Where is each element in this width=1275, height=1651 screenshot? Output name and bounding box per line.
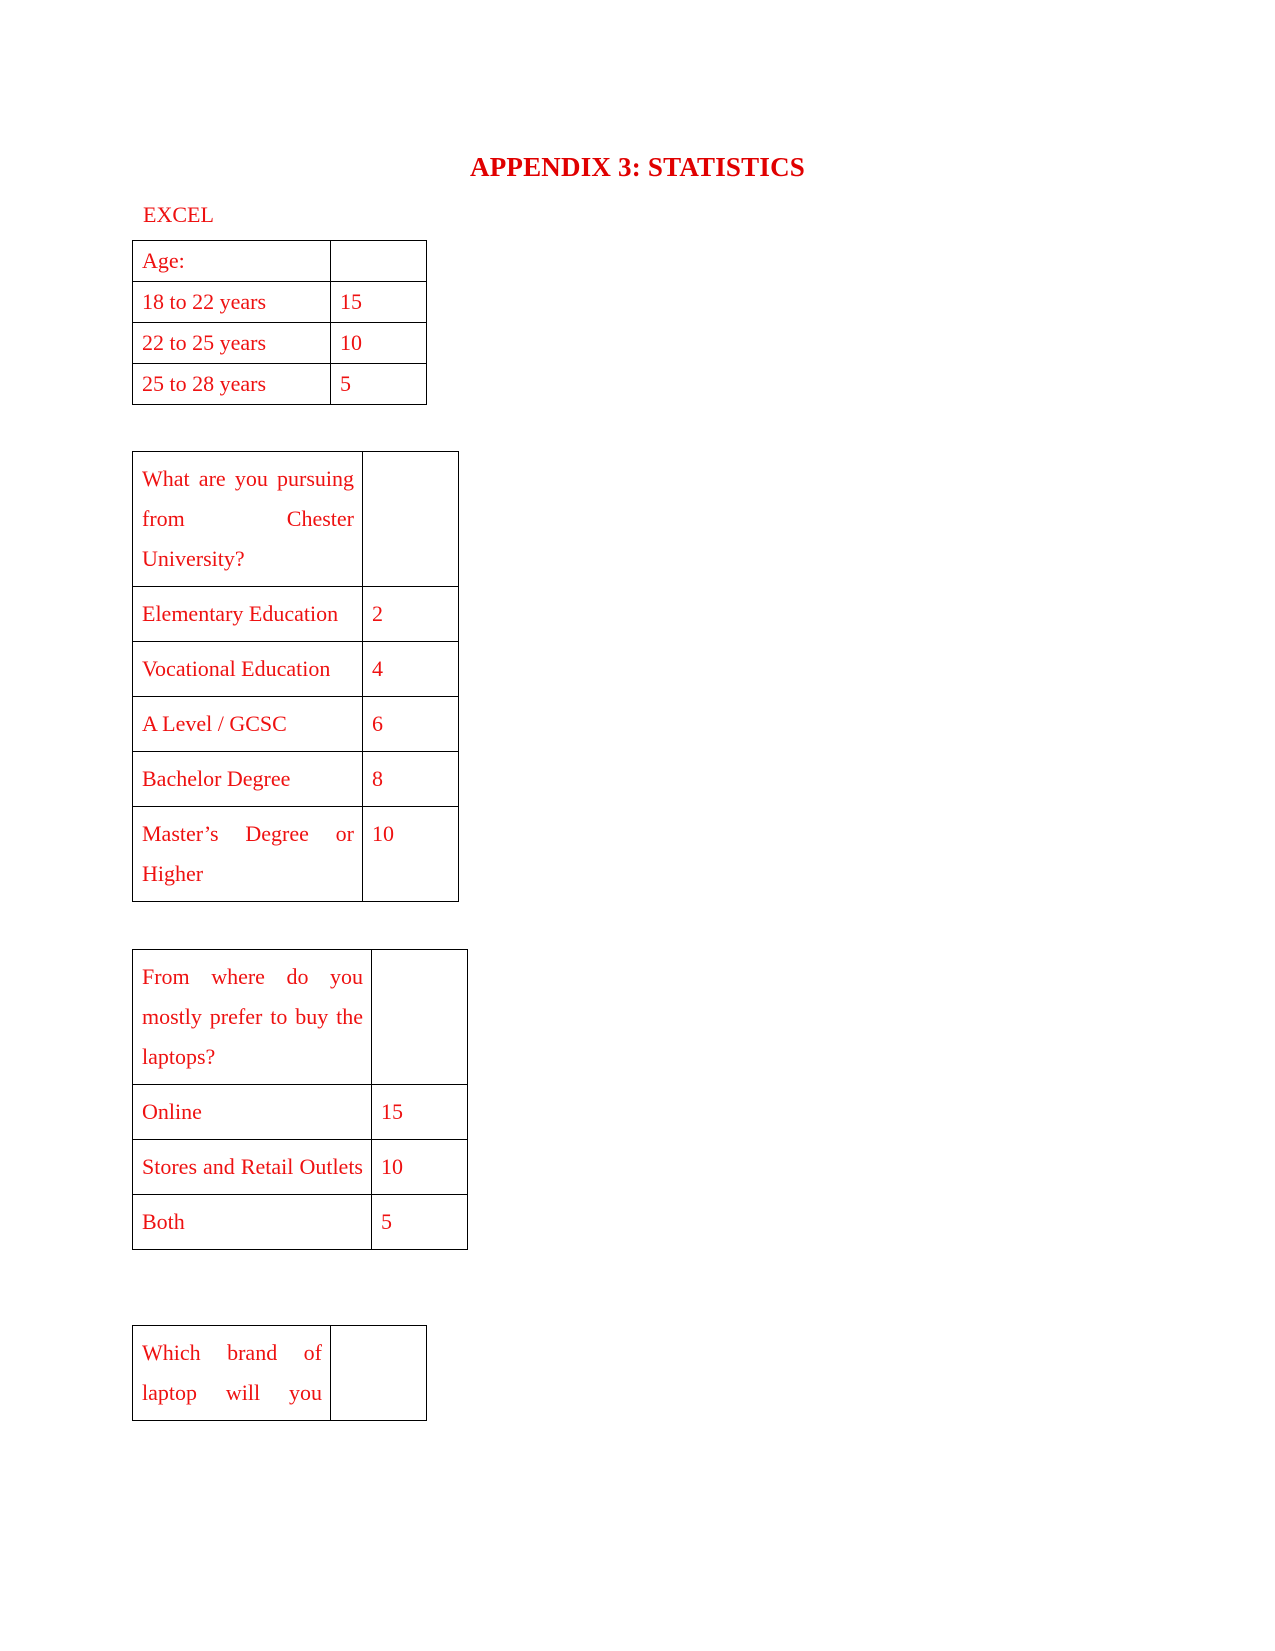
pursuing-row-value: 8 — [362, 751, 459, 807]
buy-header-label: From where do you mostly prefer to buy t… — [132, 949, 372, 1085]
pursuing-header-label: What are you pursuing from Chester Unive… — [132, 451, 363, 587]
section-label-excel: EXCEL — [143, 202, 214, 227]
age-row-label: 18 to 22 years — [132, 281, 331, 323]
table-row: Both 5 — [132, 1194, 468, 1250]
table-row: 18 to 22 years 15 — [132, 281, 427, 323]
buy-row-value: 10 — [371, 1139, 468, 1195]
age-header-label: Age: — [132, 240, 331, 282]
age-table: Age: 18 to 22 years 15 22 to 25 years 10… — [132, 240, 427, 405]
table-row: Master’s Degree or Higher 10 — [132, 806, 459, 902]
buy-row-value: 15 — [371, 1084, 468, 1140]
table-row: 22 to 25 years 10 — [132, 322, 427, 364]
pursuing-row-value: 4 — [362, 641, 459, 697]
table-row: 25 to 28 years 5 — [132, 363, 427, 405]
brand-header-value — [330, 1325, 427, 1421]
table-row: Elementary Education 2 — [132, 586, 459, 642]
age-row-label: 25 to 28 years — [132, 363, 331, 405]
table-row: Age: — [132, 240, 427, 282]
age-row-value: 5 — [330, 363, 427, 405]
table-row: Online 15 — [132, 1084, 468, 1140]
pursuing-row-value: 10 — [362, 806, 459, 902]
page-title: APPENDIX 3: STATISTICS — [470, 152, 805, 182]
age-row-value: 15 — [330, 281, 427, 323]
pursuing-row-value: 2 — [362, 586, 459, 642]
brand-table: Which brand of laptop will you — [132, 1325, 427, 1421]
table-row: Which brand of laptop will you — [132, 1325, 427, 1421]
buy-row-label: Online — [132, 1084, 372, 1140]
pursuing-header-value — [362, 451, 459, 587]
buy-row-value: 5 — [371, 1194, 468, 1250]
pursuing-row-label: Elementary Education — [132, 586, 363, 642]
table-row: Vocational Education 4 — [132, 641, 459, 697]
document-page: APPENDIX 3: STATISTICS EXCEL Age: 18 to … — [0, 0, 1275, 1651]
table-row: From where do you mostly prefer to buy t… — [132, 949, 468, 1085]
buy-row-label: Stores and Retail Outlets — [132, 1139, 372, 1195]
pursuing-row-label: Bachelor Degree — [132, 751, 363, 807]
age-row-label: 22 to 25 years — [132, 322, 331, 364]
pursuing-row-label: Vocational Education — [132, 641, 363, 697]
purchase-channel-table: From where do you mostly prefer to buy t… — [132, 949, 468, 1250]
table-row: Bachelor Degree 8 — [132, 751, 459, 807]
pursuing-row-label: A Level / GCSC — [132, 696, 363, 752]
buy-header-value — [371, 949, 468, 1085]
age-row-value: 10 — [330, 322, 427, 364]
age-header-value — [330, 240, 427, 282]
pursuing-row-label: Master’s Degree or Higher — [132, 806, 363, 902]
table-row: A Level / GCSC 6 — [132, 696, 459, 752]
pursuing-table: What are you pursuing from Chester Unive… — [132, 451, 459, 902]
brand-header-label: Which brand of laptop will you — [132, 1325, 331, 1421]
buy-row-label: Both — [132, 1194, 372, 1250]
table-row: Stores and Retail Outlets 10 — [132, 1139, 468, 1195]
pursuing-row-value: 6 — [362, 696, 459, 752]
table-row: What are you pursuing from Chester Unive… — [132, 451, 459, 587]
